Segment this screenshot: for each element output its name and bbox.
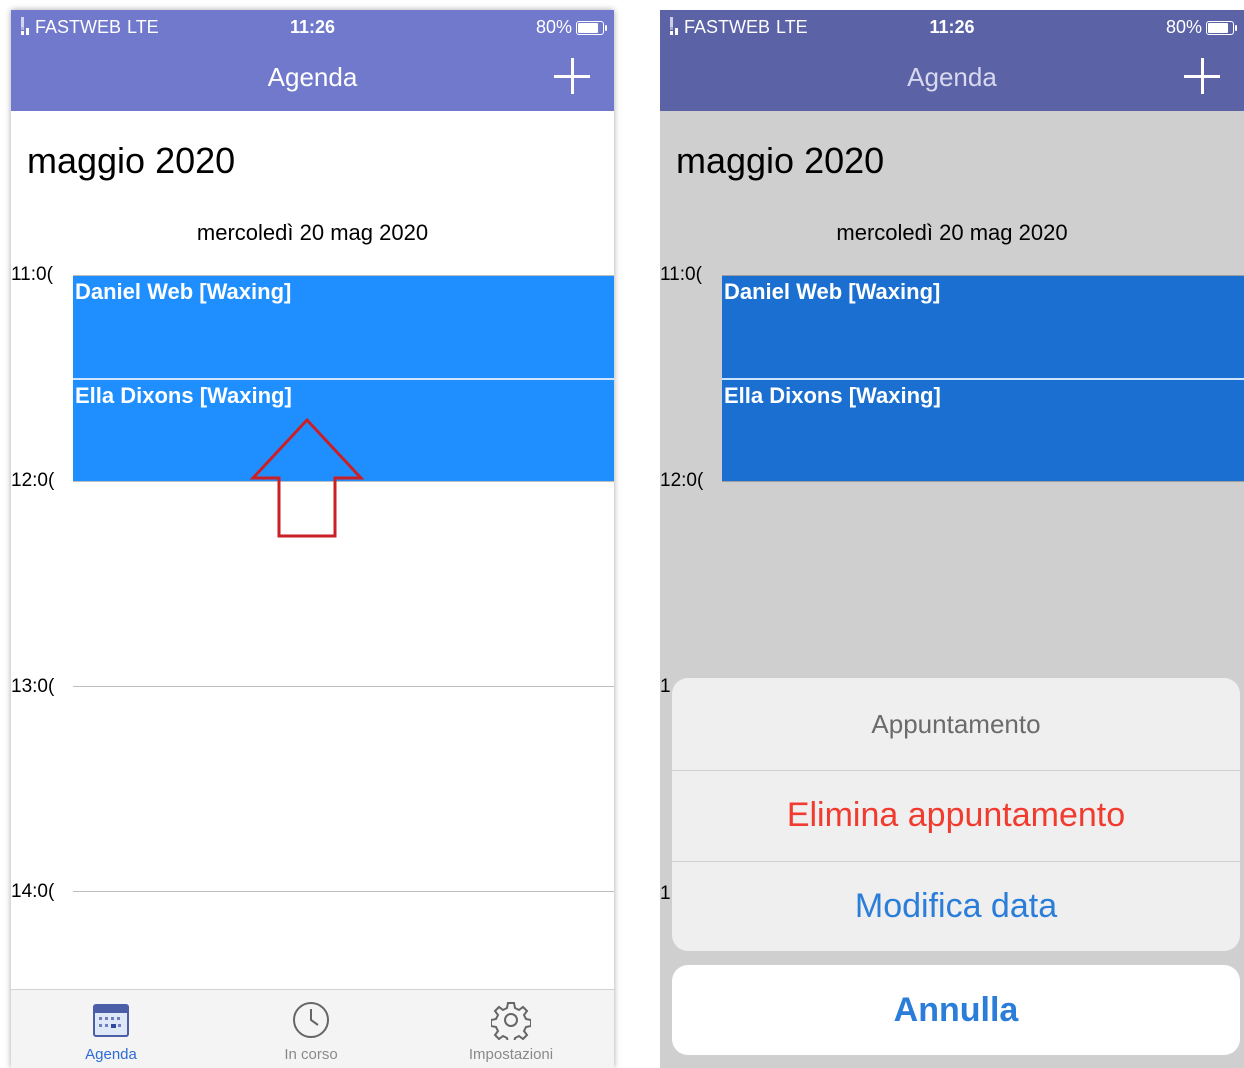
day-header: mercoledì 20 mag 2020 xyxy=(836,220,1068,245)
action-sheet-title: Appuntamento xyxy=(672,678,1240,771)
cancel-button[interactable]: Annulla xyxy=(672,965,1240,1055)
month-title: maggio 2020 xyxy=(27,140,236,181)
event-daniel-web[interactable]: Daniel Web [Waxing] xyxy=(73,276,614,378)
battery-indicator: 80% xyxy=(535,17,607,38)
hour-label: 11:0( xyxy=(11,264,53,285)
hour-label: 12:0( xyxy=(660,470,704,491)
gear-icon xyxy=(491,1002,531,1040)
tab-impostazioni[interactable]: Impostazioni xyxy=(411,990,611,1068)
hour-label: 13:0( xyxy=(11,676,55,697)
tab-agenda[interactable]: Agenda xyxy=(11,990,211,1068)
hour-label: 11:0( xyxy=(660,264,702,285)
hour-label: 14:0( xyxy=(11,881,55,902)
tab-label: Agenda xyxy=(85,1046,137,1063)
event-ella-dixons: Ella Dixons [Waxing] xyxy=(722,378,1244,481)
tab-bar: Agenda In corso Impostazioni xyxy=(11,989,614,1068)
nav-title: Agenda xyxy=(267,62,358,92)
hour-line xyxy=(73,891,614,892)
event-daniel-web: Daniel Web [Waxing] xyxy=(722,276,1244,378)
battery-percent: 80% xyxy=(535,17,572,37)
day-header: mercoledì 20 mag 2020 xyxy=(196,220,429,245)
tab-in-corso[interactable]: In corso xyxy=(211,990,411,1068)
battery-percent: 80% xyxy=(1165,17,1202,37)
edit-date-button[interactable]: Modifica data xyxy=(672,861,1240,951)
status-time: 11:26 xyxy=(929,17,975,37)
status-time: 11:26 xyxy=(289,17,336,37)
delete-appointment-button[interactable]: Elimina appuntamento xyxy=(672,770,1240,862)
action-sheet: Appuntamento Elimina appuntamento Modifi… xyxy=(672,678,1240,951)
tab-label: Impostazioni xyxy=(468,1046,554,1063)
hour-line xyxy=(722,481,1244,482)
clock-icon xyxy=(293,1002,329,1038)
annotation-up-arrow-icon xyxy=(249,418,365,538)
phone-screen-left: FASTWEB LTE 11:26 80% Agenda maggio 2020… xyxy=(11,10,614,1068)
tab-label: In corso xyxy=(284,1046,338,1063)
month-title: maggio 2020 xyxy=(676,140,885,181)
phone-screen-right: FASTWEB LTE 11:26 80% Agenda maggio 2020… xyxy=(660,10,1244,1068)
status-bar: FASTWEB LTE 11:26 80% xyxy=(11,10,614,46)
nav-title: Agenda xyxy=(907,62,997,92)
battery-icon xyxy=(576,20,607,35)
hour-label: 12:0( xyxy=(11,470,55,491)
plus-icon xyxy=(1184,58,1220,94)
battery-icon xyxy=(1206,20,1237,35)
calendar-icon xyxy=(93,1004,129,1037)
battery-indicator: 80% xyxy=(1165,17,1237,38)
hour-line xyxy=(73,686,614,687)
status-bar: FASTWEB LTE 11:26 80% xyxy=(660,10,1244,46)
plus-icon[interactable] xyxy=(554,58,590,94)
